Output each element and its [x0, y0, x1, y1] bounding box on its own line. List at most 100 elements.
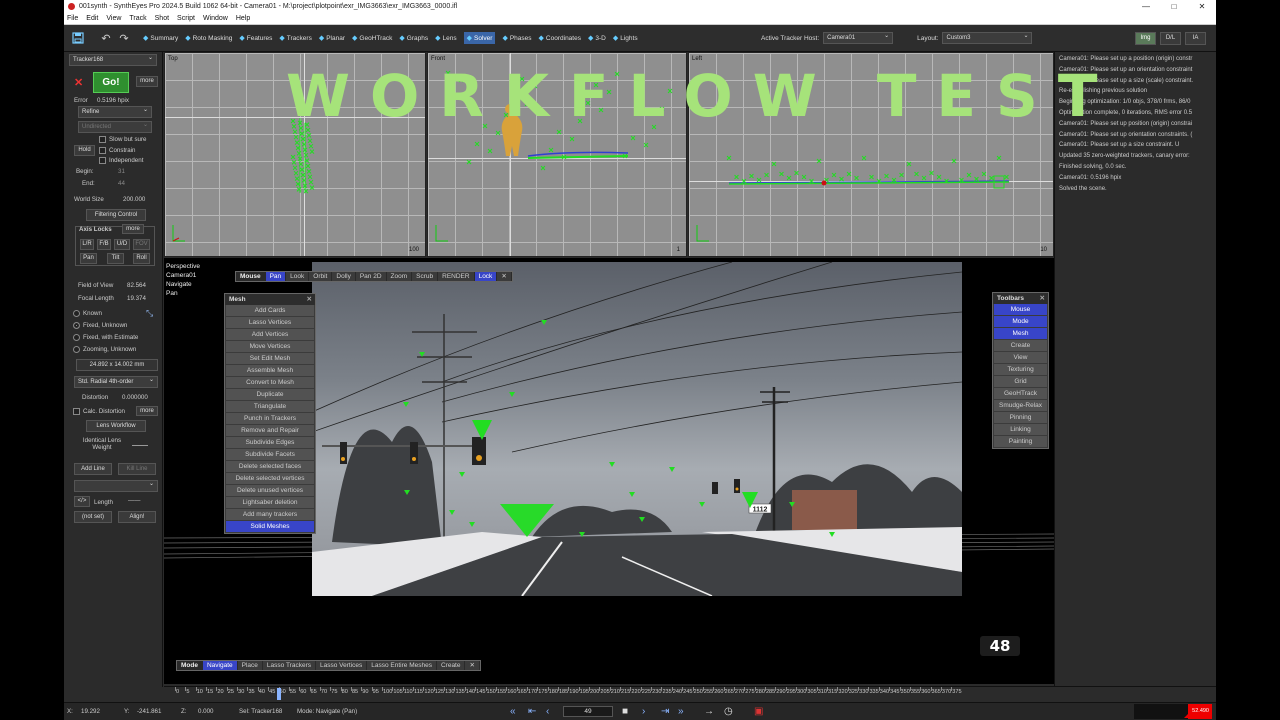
- playhead[interactable]: [277, 688, 282, 700]
- go-to-end-icon[interactable]: ⇥: [661, 706, 669, 717]
- mouse-mode-zoom[interactable]: Zoom: [387, 272, 413, 281]
- mesh-item-convert-to-mesh[interactable]: Convert to Mesh: [226, 377, 314, 389]
- lens-weight-slider[interactable]: [132, 445, 148, 446]
- toolbars-item-linking[interactable]: Linking: [994, 424, 1047, 436]
- calc-distortion-checkbox[interactable]: Calc. Distortion: [73, 408, 125, 415]
- mouse-mode-dolly[interactable]: Dolly: [332, 272, 356, 281]
- menu-script[interactable]: Script: [177, 15, 195, 22]
- mesh-item-set-edit-mesh[interactable]: Set Edit Mesh: [226, 353, 314, 365]
- mouse-mode-look[interactable]: Look: [286, 272, 310, 281]
- rewind-icon[interactable]: «: [510, 706, 516, 717]
- mesh-item-triangulate[interactable]: Triangulate: [226, 401, 314, 413]
- back-plate-field[interactable]: 24.892 x 14.002 mm: [76, 359, 158, 371]
- mesh-item-move-vertices[interactable]: Move Vertices: [226, 341, 314, 353]
- toolbars-item-smudge-relax[interactable]: Smudge-Relax: [994, 400, 1047, 412]
- toolbars-item-view[interactable]: View: [994, 352, 1047, 364]
- mode-place[interactable]: Place: [238, 661, 263, 670]
- toolbars-item-texturing[interactable]: Texturing: [994, 364, 1047, 376]
- fb-lock-button[interactable]: F/B: [97, 239, 111, 250]
- lens-workflow-button[interactable]: Lens Workflow: [86, 420, 146, 432]
- mesh-item-add-vertices[interactable]: Add Vertices: [226, 329, 314, 341]
- go-to-start-icon[interactable]: ⇤: [528, 706, 536, 717]
- dl-button[interactable]: D/L: [1160, 32, 1181, 45]
- toolbars-item-painting[interactable]: Painting: [994, 436, 1047, 448]
- mesh-item-solid-meshes[interactable]: Solid Meshes: [226, 521, 314, 533]
- timebar[interactable]: 0 5 10 15 20 25 30 35 40 45 50 55 60 65 70 75 80 85 90 95 10…: [164, 686, 1216, 702]
- clock-icon[interactable]: ◷: [724, 706, 733, 717]
- mode-lasso-entire-meshes[interactable]: Lasso Entire Meshes: [367, 661, 437, 670]
- mesh-item-subdivide-edges[interactable]: Subdivide Edges: [226, 437, 314, 449]
- tab-geohtrack[interactable]: ◆ GeoHTrack: [352, 32, 392, 44]
- mesh-item-duplicate[interactable]: Duplicate: [226, 389, 314, 401]
- tracker-select[interactable]: Tracker168: [69, 53, 157, 66]
- line-select[interactable]: [74, 479, 158, 492]
- mouse-mode-pan-2d[interactable]: Pan 2D: [356, 272, 387, 281]
- record-icon[interactable]: ▣: [754, 706, 763, 717]
- mesh-item-add-many-trackers[interactable]: Add many trackers: [226, 509, 314, 521]
- close-button[interactable]: ✕: [1188, 0, 1216, 13]
- mesh-item-lightsaber-deletion[interactable]: Lightsaber deletion: [226, 497, 314, 509]
- not-set-button[interactable]: (not set): [74, 511, 112, 523]
- solver-log-panel[interactable]: Camera01: Please set up a position (orig…: [1054, 52, 1216, 687]
- img-button[interactable]: Img: [1135, 32, 1156, 45]
- pan-lock-button[interactable]: Pan: [80, 253, 97, 264]
- tab-trackers[interactable]: ◆ Trackers: [279, 32, 311, 44]
- tab-lights[interactable]: ◆ Lights: [613, 32, 638, 44]
- mode-navigate[interactable]: Navigate: [202, 661, 238, 670]
- tab-lens[interactable]: ◆ Lens: [435, 32, 457, 44]
- layout-select[interactable]: Custom3: [942, 31, 1033, 44]
- active-tracker-host-select[interactable]: Camera01: [823, 31, 894, 44]
- minimize-button[interactable]: —: [1132, 0, 1160, 13]
- code-button[interactable]: </>: [74, 496, 90, 507]
- mesh-item-delete-selected-vertices[interactable]: Delete selected vertices: [226, 473, 314, 485]
- mouse-mode-orbit[interactable]: Orbit: [309, 272, 333, 281]
- toolbars-item-grid[interactable]: Grid: [994, 376, 1047, 388]
- tab-planar[interactable]: ◆ Planar: [319, 32, 345, 44]
- filtering-control-button[interactable]: Filtering Control: [86, 209, 146, 221]
- toolbars-close-icon[interactable]: ✕: [1040, 293, 1045, 304]
- mesh-item-punch-in-trackers[interactable]: Punch in Trackers: [226, 413, 314, 425]
- toolbars-item-geohtrack[interactable]: GeoHTrack: [994, 388, 1047, 400]
- playback-direction-icon[interactable]: →: [704, 706, 714, 717]
- fixed-unknown-radio[interactable]: Fixed, Unknown: [73, 322, 127, 329]
- ia-button[interactable]: IA: [1185, 32, 1206, 45]
- tab-phases[interactable]: ◆ Phases: [502, 32, 531, 44]
- begin-value[interactable]: 31: [118, 168, 125, 175]
- fast-forward-icon[interactable]: »: [678, 706, 684, 717]
- mesh-item-add-cards[interactable]: Add Cards: [226, 305, 314, 317]
- mouse-toolbar-close-icon[interactable]: ✕: [497, 272, 512, 281]
- stop-icon[interactable]: ✕: [74, 76, 83, 89]
- menu-edit[interactable]: Edit: [86, 15, 98, 22]
- pick-icon[interactable]: ⤡: [146, 308, 153, 319]
- tab-coordinates[interactable]: ◆ Coordinates: [539, 32, 581, 44]
- known-radio[interactable]: Known: [73, 310, 102, 317]
- menu-shot[interactable]: Shot: [155, 15, 169, 22]
- fov-lock-button[interactable]: FOV: [133, 239, 150, 250]
- mesh-item-delete-selected-faces[interactable]: Delete selected faces: [226, 461, 314, 473]
- maximize-button[interactable]: □: [1160, 0, 1188, 13]
- end-value[interactable]: 44: [118, 180, 125, 187]
- focal-length-value[interactable]: 19.374: [127, 295, 146, 302]
- mesh-item-assemble-mesh[interactable]: Assemble Mesh: [226, 365, 314, 377]
- toolbars-item-mode[interactable]: Mode: [994, 316, 1047, 328]
- world-size-value[interactable]: 200.000: [123, 196, 145, 203]
- go-button[interactable]: Go!: [93, 72, 129, 93]
- refine-select[interactable]: Refine: [78, 105, 152, 118]
- tilt-lock-button[interactable]: Tilt: [107, 253, 124, 264]
- distortion-value[interactable]: 0.000000: [122, 394, 148, 401]
- mouse-mode-lock[interactable]: Lock: [474, 272, 498, 281]
- toolbars-item-create[interactable]: Create: [994, 340, 1047, 352]
- mesh-close-icon[interactable]: ✕: [307, 294, 312, 305]
- save-icon[interactable]: [70, 30, 86, 46]
- calc-distortion-more-button[interactable]: more: [136, 406, 158, 416]
- step-back-icon[interactable]: ‹: [546, 706, 549, 717]
- menu-file[interactable]: File: [67, 15, 78, 22]
- mesh-item-lasso-vertices[interactable]: Lasso Vertices: [226, 317, 314, 329]
- go-more-button[interactable]: more: [136, 76, 158, 87]
- slow-but-sure-checkbox[interactable]: Slow but sure: [99, 136, 147, 143]
- tab-solver[interactable]: ◆ Solver: [463, 32, 496, 44]
- lr-lock-button[interactable]: L/R: [80, 239, 94, 250]
- mesh-item-remove-and-repair[interactable]: Remove and Repair: [226, 425, 314, 437]
- tab-graphs[interactable]: ◆ Graphs: [399, 32, 428, 44]
- mode-lasso-vertices[interactable]: Lasso Vertices: [316, 661, 368, 670]
